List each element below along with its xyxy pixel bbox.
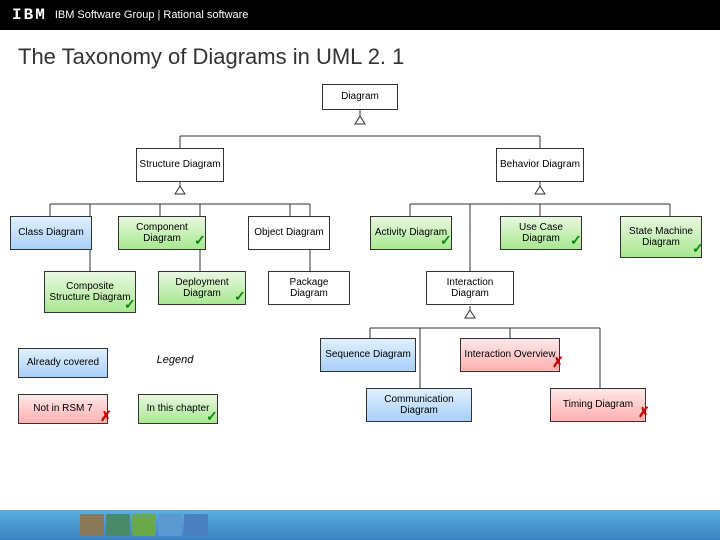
node-package: Package Diagram bbox=[268, 271, 350, 305]
check-icon: ✓ bbox=[194, 232, 206, 249]
node-structure: Structure Diagram bbox=[136, 148, 224, 182]
footer-bar bbox=[0, 510, 720, 540]
cross-icon: ✗ bbox=[100, 408, 112, 425]
node-diagram: Diagram bbox=[322, 84, 398, 110]
node-deployment: Deployment Diagram bbox=[158, 271, 246, 305]
node-interaction: Interaction Diagram bbox=[426, 271, 514, 305]
node-object: Object Diagram bbox=[248, 216, 330, 250]
legend-notin: Not in RSM 7 bbox=[18, 394, 108, 424]
node-component: Component Diagram bbox=[118, 216, 206, 250]
node-communication: Communication Diagram bbox=[366, 388, 472, 422]
cross-icon: ✗ bbox=[638, 404, 650, 421]
node-class: Class Diagram bbox=[10, 216, 92, 250]
node-timing: Timing Diagram bbox=[550, 388, 646, 422]
legend-title: Legend bbox=[140, 354, 210, 366]
node-statemachine: State Machine Diagram bbox=[620, 216, 702, 258]
footer-decoration bbox=[80, 514, 230, 536]
page-title: The Taxonomy of Diagrams in UML 2. 1 bbox=[0, 30, 720, 76]
diagram-canvas: Diagram Structure Diagram Behavior Diagr… bbox=[0, 76, 720, 506]
ibm-logo: IBM bbox=[12, 6, 47, 24]
cross-icon: ✗ bbox=[552, 354, 564, 371]
check-icon: ✓ bbox=[124, 296, 136, 313]
check-icon: ✓ bbox=[440, 232, 452, 249]
header-bar: IBM IBM Software Group | Rational softwa… bbox=[0, 0, 720, 30]
check-icon: ✓ bbox=[234, 288, 246, 305]
legend-covered: Already covered bbox=[18, 348, 108, 378]
check-icon: ✓ bbox=[692, 240, 704, 257]
node-interaction-overview: Interaction Overview bbox=[460, 338, 560, 372]
check-icon: ✓ bbox=[206, 408, 218, 425]
node-sequence: Sequence Diagram bbox=[320, 338, 416, 372]
node-behavior: Behavior Diagram bbox=[496, 148, 584, 182]
header-text: IBM Software Group | Rational software bbox=[55, 9, 249, 21]
node-composite: Composite Structure Diagram bbox=[44, 271, 136, 313]
check-icon: ✓ bbox=[570, 232, 582, 249]
